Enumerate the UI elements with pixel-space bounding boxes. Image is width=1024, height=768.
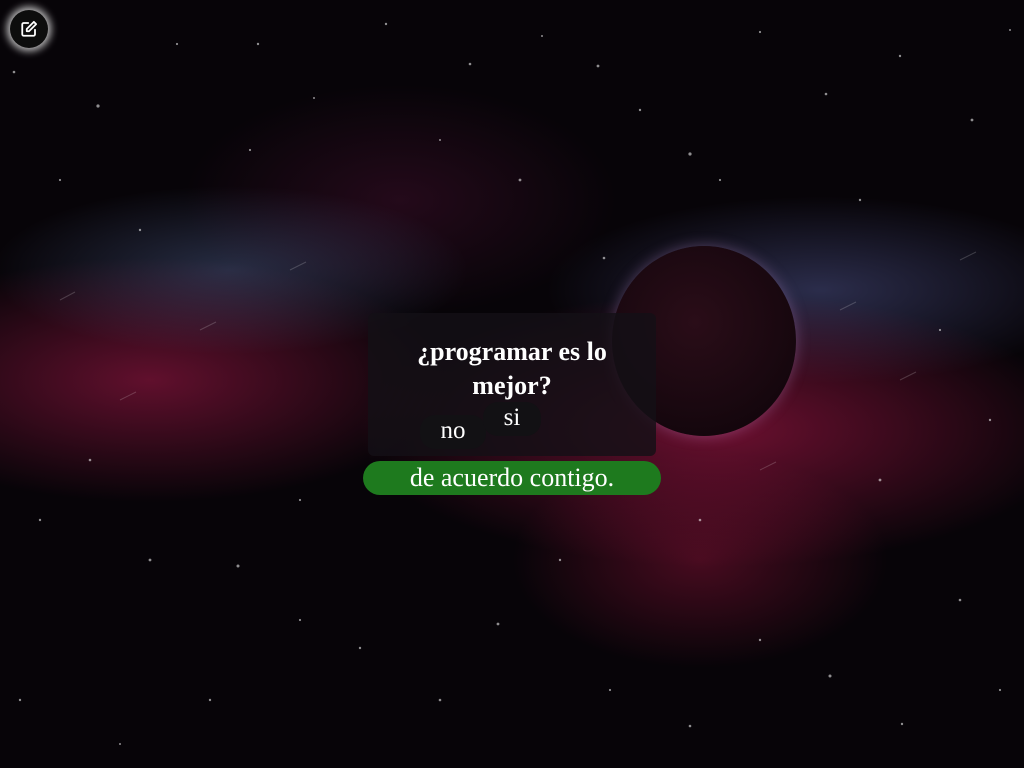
edit-icon [21, 20, 38, 37]
yes-button[interactable]: si [483, 402, 541, 436]
no-button[interactable]: no [420, 415, 486, 449]
edit-button[interactable] [10, 10, 48, 48]
question-text: ¿programar es lo mejor? [417, 337, 607, 400]
answer-message: de acuerdo contigo. [363, 461, 661, 495]
